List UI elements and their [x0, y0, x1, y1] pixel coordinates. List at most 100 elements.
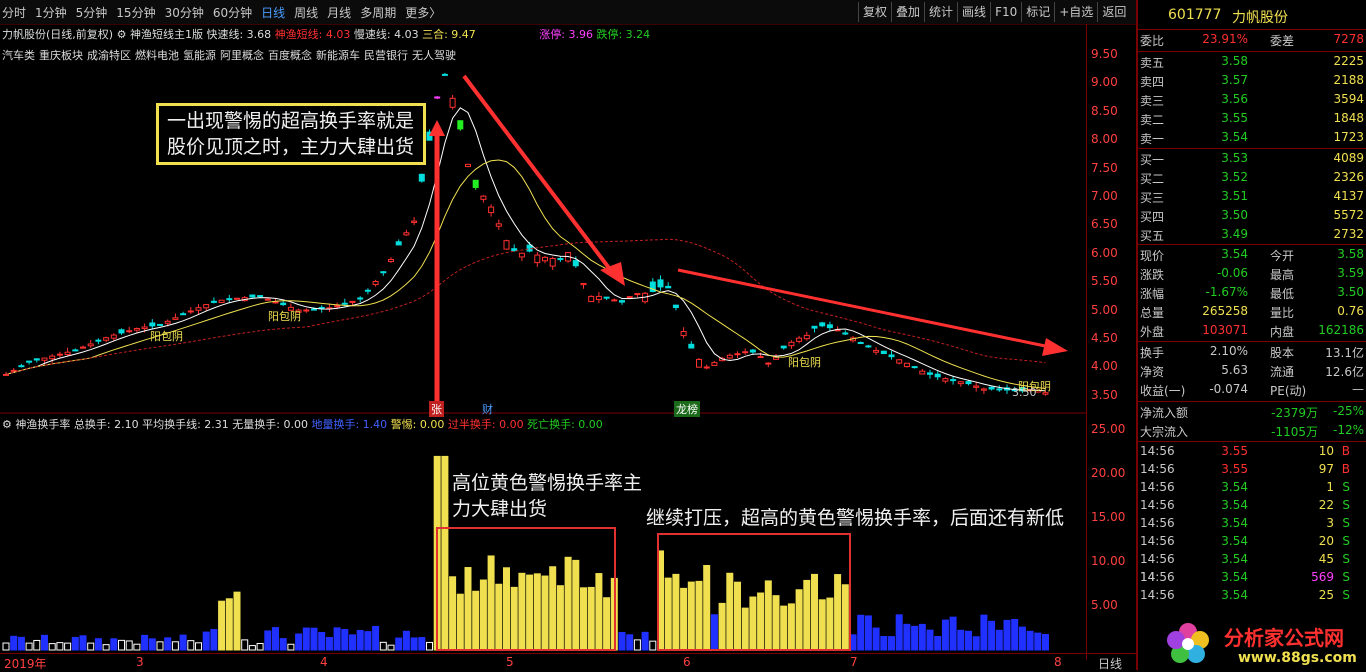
candle-body [33, 358, 40, 361]
trend-arrow-head [1042, 338, 1068, 356]
toolbar-button[interactable]: 叠加 [891, 2, 924, 22]
quote-cell: 1 [1326, 480, 1334, 494]
quote-cell: S [1342, 552, 1350, 566]
period-tab[interactable]: 1分钟 [35, 6, 67, 20]
turnover-bar [1018, 626, 1026, 651]
turnover-bar [195, 642, 202, 651]
period-tab[interactable]: 60分钟 [213, 6, 252, 20]
candle-body [257, 295, 264, 298]
price-tick: 6.50 [1091, 217, 1118, 232]
turnover-bar [295, 633, 303, 651]
candle-body [64, 351, 71, 355]
candle-body [349, 300, 356, 303]
turnover-bar [372, 625, 380, 651]
turnover-bar [764, 580, 772, 651]
candle-body [742, 351, 749, 354]
candle-body [672, 304, 679, 309]
quote-cell: 3.54 [1221, 516, 1248, 530]
candle-body [203, 304, 210, 309]
turnover-bar [349, 634, 356, 651]
candle-body [611, 299, 618, 302]
quote-cell: -1.67% [1205, 285, 1248, 299]
period-tab[interactable]: 5分钟 [76, 6, 108, 20]
quote-cell: 2326 [1333, 170, 1364, 184]
toolbar-button[interactable]: +自选 [1054, 2, 1097, 22]
buy-level: 买一 3.53 4089 [1140, 150, 1366, 169]
toolbar-button[interactable]: 复权 [858, 2, 891, 22]
toolbar-button[interactable]: 标记 [1021, 2, 1054, 22]
candle-body [141, 326, 148, 330]
candle-body [457, 120, 464, 130]
event-marker[interactable]: 张 [429, 401, 444, 417]
stock-name: 力帆股份 [1232, 10, 1288, 26]
quote-cell: 涨跌 [1140, 268, 1165, 282]
quote-cell: 买二 [1140, 172, 1165, 186]
candle-body [195, 307, 202, 311]
candle-body [180, 313, 187, 316]
candle-body [688, 343, 695, 349]
candle-body [696, 358, 702, 368]
watermark-logo: 分析家公式网 www.88gs.com [1166, 618, 1366, 670]
quote-cell: -0.074 [1209, 382, 1248, 396]
candle-body [626, 296, 633, 299]
tick-row: 14:56 3.55 10 B [1140, 443, 1366, 462]
candle-body [965, 381, 972, 385]
turnover-bar [464, 567, 472, 651]
turnover-bar [318, 631, 326, 651]
period-tab[interactable]: 周线 [294, 6, 318, 20]
quote-cell: 大宗流入 [1140, 425, 1189, 439]
period-tab[interactable]: 月线 [327, 6, 351, 20]
quote-cell: 265258 [1202, 304, 1248, 318]
quote-cell: 12.6亿 [1325, 365, 1364, 379]
event-marker[interactable]: 龙榜 [674, 401, 700, 417]
turnover-bar [618, 631, 626, 651]
quote-cell: -12% [1332, 423, 1364, 437]
turnover-bar [864, 615, 872, 651]
period-tab[interactable]: 15分钟 [116, 6, 155, 20]
turnover-bar [302, 627, 310, 651]
price-tick: 9.00 [1091, 75, 1118, 90]
turnover-bar [857, 614, 865, 651]
toolbar-button[interactable]: 返回 [1097, 2, 1130, 22]
turnover-bar [595, 573, 603, 651]
quote-cell: 3.58 [1221, 54, 1248, 68]
turnover-bar [141, 634, 149, 651]
candle-body [234, 297, 240, 300]
price-tick: 5.50 [1091, 274, 1118, 289]
period-tab[interactable]: 日线 [261, 6, 285, 20]
event-marker[interactable]: 财 [482, 401, 493, 417]
candle-body [711, 362, 718, 366]
period-tab[interactable]: 分时 [2, 6, 26, 20]
toolbar-button[interactable]: 统计 [924, 2, 957, 22]
price-tick: 4.50 [1091, 331, 1118, 345]
period-tab[interactable]: 更多〉 [405, 6, 441, 20]
toolbar-button[interactable]: 画线 [957, 2, 990, 22]
price-axis: 9.50 9.00 8.50 8.00 7.50 7.00 6.50 6.00 5.50 5.00… [1086, 24, 1137, 660]
quote-cell: 20 [1318, 534, 1334, 548]
turnover-bar [633, 639, 641, 651]
quote-cell: 569 [1311, 570, 1334, 584]
candle-body [95, 339, 102, 342]
quote-cell: S [1342, 570, 1350, 584]
candle-body [819, 322, 826, 327]
candle-body [957, 381, 964, 385]
candle-body [434, 96, 441, 99]
price-tick: 6.00 [1091, 245, 1118, 260]
turnover-bar [603, 597, 611, 651]
quote-cell: 25 [1318, 588, 1334, 602]
period-tab[interactable]: 多周期 [360, 6, 396, 20]
turnover-bar [133, 643, 141, 651]
turnover-bar [965, 630, 972, 651]
quote-cell: 4137 [1333, 189, 1364, 203]
period-tab[interactable]: 30分钟 [165, 6, 204, 20]
candle-body [226, 298, 233, 301]
quote-cell: -2379万 [1271, 406, 1318, 420]
candle-body [503, 240, 510, 250]
candle-body [934, 373, 941, 378]
toolbar-button[interactable]: F10 [990, 2, 1021, 22]
quote-header: 601777 力帆股份 [1140, 6, 1366, 26]
turnover-bar [71, 636, 79, 651]
turnover-bar [957, 629, 965, 651]
candle-body [619, 300, 625, 303]
turnover-bar [17, 636, 25, 651]
